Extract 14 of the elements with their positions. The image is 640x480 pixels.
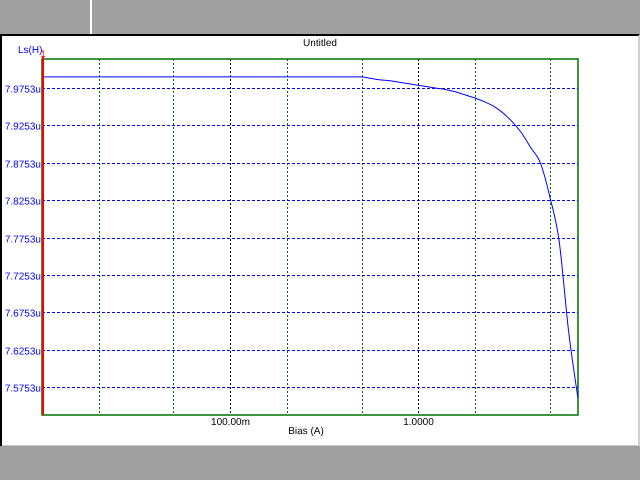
x-tick-label: 1.0000 (403, 417, 434, 428)
y-tick-label: 7.9753u (4, 84, 41, 96)
y-tick-label: 7.9253u (4, 122, 41, 132)
x-axis-label: Bias (A) (288, 426, 324, 437)
y-axis-label: Ls(H) (18, 45, 42, 56)
y-tick-label: 7.7253u (4, 272, 41, 282)
y-tick-label: 7.6253u (4, 346, 41, 358)
y-tick-label: 7.8253u (4, 196, 41, 208)
chart-title: Untitled (303, 38, 337, 49)
y-tick-label: 7.7753u (4, 234, 41, 246)
x-tick-label: 100.00m (211, 417, 250, 428)
y-tick-label: 7.5753u (4, 384, 41, 394)
y-tick-label: 7.8753u (4, 160, 41, 170)
y-tick-label: 7.6753u (4, 308, 41, 320)
